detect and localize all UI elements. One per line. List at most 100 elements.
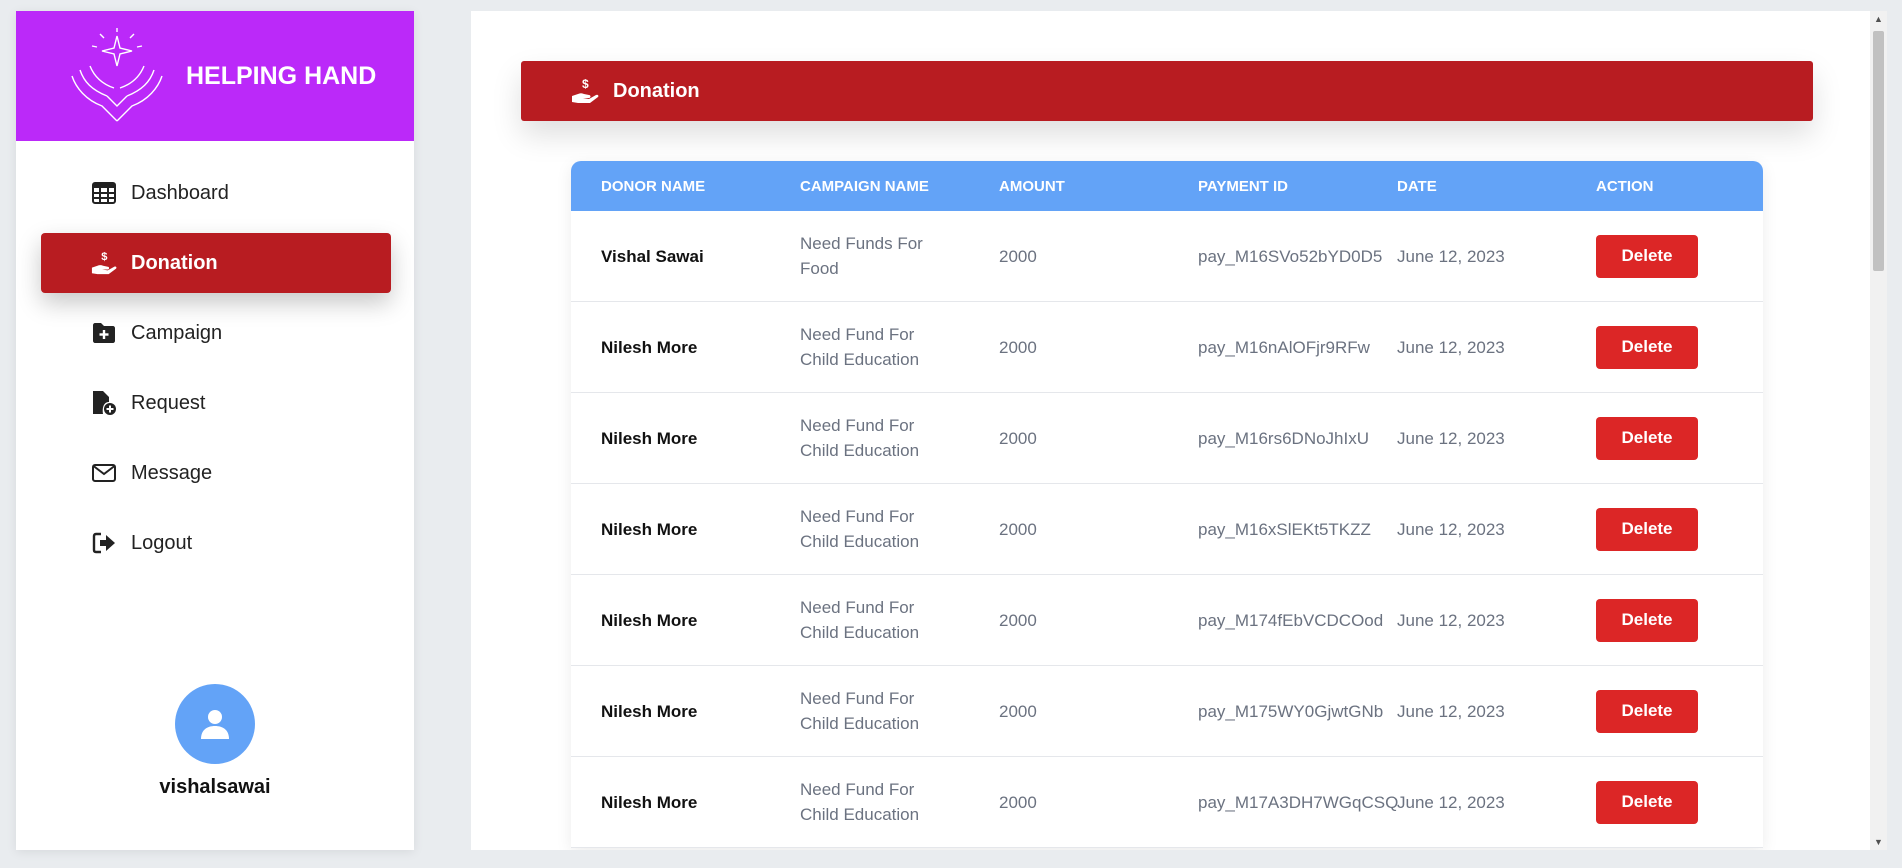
svg-text:$: $ <box>582 78 589 91</box>
payment-id: pay_M16nAlOFjr9RFw <box>1198 337 1370 357</box>
sidebar-nav: Dashboard $ Donation Campaign Request Me… <box>41 163 391 583</box>
hands-sparkle-logo <box>71 28 163 122</box>
campaign-name: Need Fund For Child Education <box>800 598 920 642</box>
amount: 2000 <box>999 792 1037 812</box>
donation-table: DONOR NAME CAMPAIGN NAME AMOUNT PAYMENT … <box>571 161 1763 848</box>
donor-name: Nilesh More <box>601 428 698 448</box>
action-cell: Delete <box>1566 507 1763 551</box>
date: June 12, 2023 <box>1397 519 1505 539</box>
action-cell: Delete <box>1566 325 1763 369</box>
folder-plus-icon <box>91 320 117 346</box>
brand-header[interactable]: HELPING HAND <box>16 11 414 141</box>
sidebar-item-logout[interactable]: Logout <box>41 513 391 573</box>
column-header-payment-id: PAYMENT ID <box>1198 177 1289 195</box>
action-cell: Delete <box>1566 234 1763 278</box>
action-cell: Delete <box>1566 780 1763 824</box>
user-profile: vishalsawai <box>16 684 414 799</box>
delete-button[interactable]: Delete <box>1596 598 1698 642</box>
main-content: $ Donation DONOR NAME CAMPAIGN NAME AMOU… <box>471 11 1887 850</box>
campaign-name: Need Funds For Food <box>800 234 923 278</box>
sidebar-item-label: Dashboard <box>131 181 229 204</box>
table-row: Nilesh More Need Fund For Child Educatio… <box>571 666 1763 757</box>
payment-id: pay_M16xSlEKt5TKZZ <box>1198 519 1371 539</box>
payment-id: pay_M175WY0GjwtGNb <box>1198 701 1384 721</box>
amount: 2000 <box>999 701 1037 721</box>
delete-button[interactable]: Delete <box>1596 325 1698 369</box>
date: June 12, 2023 <box>1397 610 1505 630</box>
scroll-up-arrow-icon[interactable]: ▲ <box>1874 14 1883 24</box>
date: June 12, 2023 <box>1397 246 1505 266</box>
table-row: Vishal Sawai Need Funds For Food 2000 pa… <box>571 211 1763 302</box>
amount: 2000 <box>999 519 1037 539</box>
scrollbar-thumb[interactable] <box>1873 31 1884 271</box>
column-header-campaign-name: CAMPAIGN NAME <box>800 177 929 195</box>
campaign-name: Need Fund For Child Education <box>800 325 920 369</box>
sidebar-item-label: Donation <box>131 251 218 274</box>
file-plus-icon <box>91 390 117 416</box>
amount: 2000 <box>999 610 1037 630</box>
action-cell: Delete <box>1566 598 1763 642</box>
column-header-date: DATE <box>1397 177 1437 195</box>
page-title: Donation <box>613 79 700 102</box>
sidebar-item-dashboard[interactable]: Dashboard <box>41 163 391 223</box>
payment-id: pay_M174fEbVCDCOod <box>1198 610 1384 630</box>
avatar[interactable] <box>175 684 255 764</box>
sidebar: HELPING HAND Dashboard $ Donation Campai… <box>16 11 414 850</box>
page-title-bar: $ Donation <box>521 61 1813 121</box>
delete-button[interactable]: Delete <box>1596 416 1698 460</box>
donor-name: Nilesh More <box>601 519 698 539</box>
column-header-amount: AMOUNT <box>999 177 1065 195</box>
action-cell: Delete <box>1566 416 1763 460</box>
payment-id: pay_M17A3DH7WGqCSQ <box>1198 792 1399 812</box>
donor-name: Nilesh More <box>601 701 698 721</box>
date: June 12, 2023 <box>1397 792 1505 812</box>
sidebar-item-donation[interactable]: $ Donation <box>41 233 391 293</box>
donor-name: Nilesh More <box>601 610 698 630</box>
sidebar-item-label: Message <box>131 461 213 484</box>
logout-icon <box>91 530 117 556</box>
payment-id: pay_M16rs6DNoJhIxU <box>1198 428 1370 448</box>
campaign-name: Need Fund For Child Education <box>800 689 920 733</box>
hand-dollar-icon: $ <box>571 78 599 104</box>
column-header-donor-name: DONOR NAME <box>601 177 706 195</box>
column-header-action: ACTION <box>1596 177 1654 195</box>
table-icon <box>91 180 117 206</box>
vertical-scrollbar[interactable]: ▲ ▼ <box>1870 11 1887 850</box>
user-icon <box>201 710 229 739</box>
sidebar-item-message[interactable]: Message <box>41 443 391 503</box>
action-cell: Delete <box>1566 689 1763 733</box>
sidebar-item-label: Request <box>131 391 206 414</box>
campaign-name: Need Fund For Child Education <box>800 507 920 551</box>
delete-button[interactable]: Delete <box>1596 507 1698 551</box>
hand-dollar-icon: $ <box>91 250 117 276</box>
sidebar-item-label: Logout <box>131 531 193 554</box>
brand-name: HELPING HAND <box>186 61 377 90</box>
date: June 12, 2023 <box>1397 337 1505 357</box>
payment-id: pay_M16SVo52bYD0D5 <box>1198 246 1383 266</box>
date: June 12, 2023 <box>1397 428 1505 448</box>
table-row: Nilesh More Need Fund For Child Educatio… <box>571 484 1763 575</box>
sidebar-item-request[interactable]: Request <box>41 373 391 433</box>
sidebar-item-label: Campaign <box>131 321 223 344</box>
table-header: DONOR NAME CAMPAIGN NAME AMOUNT PAYMENT … <box>571 161 1763 211</box>
donor-name: Nilesh More <box>601 792 698 812</box>
delete-button[interactable]: Delete <box>1596 234 1698 278</box>
amount: 2000 <box>999 246 1037 266</box>
scroll-down-arrow-icon[interactable]: ▼ <box>1874 837 1883 847</box>
delete-button[interactable]: Delete <box>1596 689 1698 733</box>
envelope-icon <box>91 460 117 486</box>
table-row: Nilesh More Need Fund For Child Educatio… <box>571 757 1763 848</box>
table-row: Nilesh More Need Fund For Child Educatio… <box>571 393 1763 484</box>
amount: 2000 <box>999 428 1037 448</box>
table-row: Nilesh More Need Fund For Child Educatio… <box>571 302 1763 393</box>
username: vishalsawai <box>159 776 271 798</box>
sidebar-item-campaign[interactable]: Campaign <box>41 303 391 363</box>
campaign-name: Need Fund For Child Education <box>800 780 920 824</box>
donor-name: Nilesh More <box>601 337 698 357</box>
svg-text:$: $ <box>101 251 108 263</box>
delete-button[interactable]: Delete <box>1596 780 1698 824</box>
table-row: Nilesh More Need Fund For Child Educatio… <box>571 575 1763 666</box>
amount: 2000 <box>999 337 1037 357</box>
date: June 12, 2023 <box>1397 701 1505 721</box>
campaign-name: Need Fund For Child Education <box>800 416 920 460</box>
